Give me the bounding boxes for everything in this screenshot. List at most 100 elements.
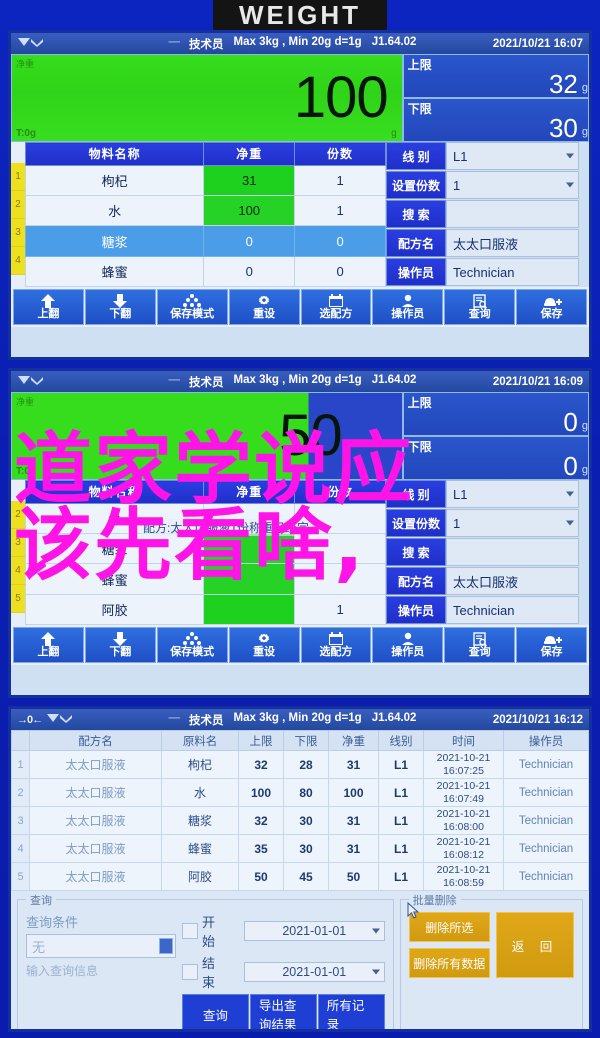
upper-limit-box-2[interactable]: 上限 0 g bbox=[402, 392, 589, 436]
table-row[interactable]: 3 太太口服液 糖浆 32 30 31 L1 2021-10-21 16:08:0… bbox=[11, 806, 589, 835]
button-page-down[interactable]: 下翻 bbox=[84, 289, 156, 325]
button-save-mode[interactable]: 保存模式 bbox=[156, 627, 228, 663]
save-plus-icon bbox=[542, 294, 562, 308]
field-set-portions[interactable]: 设置份数 1 bbox=[386, 171, 579, 199]
field-operator[interactable]: 操作员 Technician bbox=[386, 258, 579, 286]
button-save[interactable]: 保存 bbox=[516, 289, 587, 325]
search-input[interactable] bbox=[446, 200, 579, 228]
button-select-recipe[interactable]: 选配方 bbox=[300, 289, 372, 325]
button-operator[interactable]: 操作员 bbox=[372, 289, 444, 325]
calendar-icon bbox=[328, 632, 344, 646]
field-recipe-name[interactable]: 配方名 太太口服液 bbox=[386, 567, 579, 595]
field-value-recipe-name[interactable]: 太太口服液 bbox=[446, 567, 579, 595]
arrow-up-icon bbox=[40, 632, 56, 646]
query-condition-input[interactable]: 无 bbox=[26, 934, 176, 958]
button-reset[interactable]: 重设 bbox=[228, 289, 300, 325]
cell-date-text: 2021-10-21 bbox=[436, 752, 491, 765]
return-button[interactable]: 返 回 bbox=[496, 912, 574, 978]
screenshot-root: WEIGHT — 技术员 Max 3kg , Min 20g d=1g J1.6… bbox=[0, 0, 600, 1038]
table-row[interactable]: 5 太太口服液 阿胶 50 45 50 L1 2021-10-21 16:08:5… bbox=[11, 862, 589, 891]
table-row[interactable]: 2 太太口服液 水 100 80 100 L1 2021-10-21 16:07:… bbox=[11, 778, 589, 807]
cell-material-name: 糖浆 bbox=[161, 806, 239, 835]
upper-limit-label-1: 上限 bbox=[407, 58, 432, 72]
button-save-mode[interactable]: 保存模式 bbox=[156, 289, 228, 325]
cell-line: L1 bbox=[378, 862, 424, 891]
search-doc-icon bbox=[472, 632, 488, 646]
button-query[interactable]: 查询 bbox=[444, 627, 516, 663]
table-row[interactable]: 1 太太口服液 枸杞 32 28 31 L1 2021-10-21 16:07:2… bbox=[11, 750, 589, 779]
button-query[interactable]: 查询 bbox=[444, 289, 516, 325]
cell-material-name: 阿胶 bbox=[24, 593, 205, 626]
field-value-set-portions[interactable]: 1 bbox=[446, 509, 579, 537]
field-value-operator[interactable]: Technician bbox=[446, 596, 579, 624]
upper-limit-label-2: 上限 bbox=[407, 396, 432, 410]
button-page-down[interactable]: 下翻 bbox=[84, 627, 156, 663]
cell-portions: 1 bbox=[294, 195, 386, 227]
field-line[interactable]: 线 别 L1 bbox=[386, 142, 579, 170]
stability-arrows-icon bbox=[46, 712, 73, 727]
query-group-legend: 查询 bbox=[26, 892, 56, 908]
side-form-2: 线 别 L1 设置份数 1 搜 索 配方名 太太口服液 操作员 Technici… bbox=[386, 480, 581, 625]
button-page-up[interactable]: 上翻 bbox=[13, 289, 84, 325]
button-reset[interactable]: 重设 bbox=[228, 627, 300, 663]
chevron-down-icon[interactable] bbox=[371, 928, 380, 934]
field-line[interactable]: 线 别 L1 bbox=[386, 480, 579, 508]
lower-limit-box-2[interactable]: 下限 0 g bbox=[402, 436, 589, 480]
table-row[interactable]: 枸杞 31 1 bbox=[24, 164, 386, 197]
calendar-icon bbox=[328, 294, 344, 308]
dropdown-button-icon[interactable] bbox=[159, 938, 173, 954]
upper-limit-box-1[interactable]: 上限 32 g bbox=[402, 54, 589, 98]
row-index: 1 bbox=[11, 163, 25, 191]
field-recipe-name[interactable]: 配方名 太太口服液 bbox=[386, 229, 579, 257]
cell-lower: 30 bbox=[283, 834, 329, 863]
button-label: 重设 bbox=[253, 308, 276, 320]
search-input[interactable] bbox=[446, 538, 579, 566]
start-date-checkbox[interactable] bbox=[182, 923, 198, 939]
field-value-operator[interactable]: Technician bbox=[446, 258, 579, 286]
chevron-down-icon[interactable] bbox=[566, 153, 574, 159]
table-row-selected[interactable]: 糖浆 0 0 bbox=[24, 225, 386, 257]
query-button[interactable]: 查询 bbox=[182, 994, 249, 1029]
chevron-down-icon[interactable] bbox=[371, 969, 380, 975]
cell-net: 31 bbox=[328, 834, 379, 863]
lower-limit-box-1[interactable]: 下限 30 g bbox=[402, 98, 589, 142]
batch-delete-buttons: 删除所选 删除所有数据 返 回 bbox=[408, 912, 574, 978]
button-operator[interactable]: 操作员 bbox=[372, 627, 444, 663]
tare-value-1: T:0g bbox=[16, 128, 36, 139]
field-operator[interactable]: 操作员 Technician bbox=[386, 596, 579, 624]
all-records-button[interactable]: 所有记录 bbox=[317, 994, 385, 1029]
status-icons-2 bbox=[17, 374, 137, 389]
field-value-line[interactable]: L1 bbox=[446, 142, 579, 170]
chevron-down-icon[interactable] bbox=[566, 182, 574, 188]
button-label: 上翻 bbox=[37, 308, 60, 320]
table-row[interactable]: 阿胶 1 bbox=[24, 593, 386, 626]
field-text-operator: Technician bbox=[453, 602, 515, 618]
chevron-down-icon[interactable] bbox=[566, 520, 574, 526]
table-row[interactable]: 水 100 1 bbox=[24, 195, 386, 227]
export-results-button[interactable]: 导出查询结果 bbox=[249, 994, 317, 1029]
button-select-recipe[interactable]: 选配方 bbox=[300, 627, 372, 663]
end-date-checkbox[interactable] bbox=[182, 964, 198, 980]
button-page-up[interactable]: 上翻 bbox=[13, 627, 84, 663]
button-label: 上翻 bbox=[37, 646, 60, 658]
delete-all-button[interactable]: 删除所有数据 bbox=[408, 948, 490, 978]
cell-upper: 35 bbox=[238, 834, 284, 863]
delete-selected-button[interactable]: 删除所选 bbox=[408, 912, 490, 942]
start-date-input[interactable]: 2021-01-01 bbox=[244, 921, 385, 941]
query-buttons-row: 查询 导出查询结果 所有记录 bbox=[182, 994, 385, 1029]
query-condition-label: 查询条件 bbox=[26, 915, 79, 930]
field-value-line[interactable]: L1 bbox=[446, 480, 579, 508]
field-value-set-portions[interactable]: 1 bbox=[446, 171, 579, 199]
field-search[interactable]: 搜 索 bbox=[386, 538, 579, 566]
toolbar-1: 上翻 下翻 保存模式 重设 选配方 操作员 查询 保存 bbox=[11, 287, 589, 327]
button-save[interactable]: 保存 bbox=[516, 627, 587, 663]
field-search[interactable]: 搜 索 bbox=[386, 200, 579, 228]
col-header-material-name: 原料名 bbox=[161, 730, 239, 751]
field-value-recipe-name[interactable]: 太太口服液 bbox=[446, 229, 579, 257]
table-row[interactable]: 4 太太口服液 蜂蜜 35 30 31 L1 2021-10-21 16:08:1… bbox=[11, 834, 589, 863]
chevron-down-icon[interactable] bbox=[566, 491, 574, 497]
field-set-portions[interactable]: 设置份数 1 bbox=[386, 509, 579, 537]
table-row[interactable]: 蜂蜜 0 0 bbox=[24, 255, 386, 288]
end-date-input[interactable]: 2021-01-01 bbox=[244, 962, 385, 982]
cell-time: 2021-10-21 16:07:25 bbox=[423, 750, 504, 779]
